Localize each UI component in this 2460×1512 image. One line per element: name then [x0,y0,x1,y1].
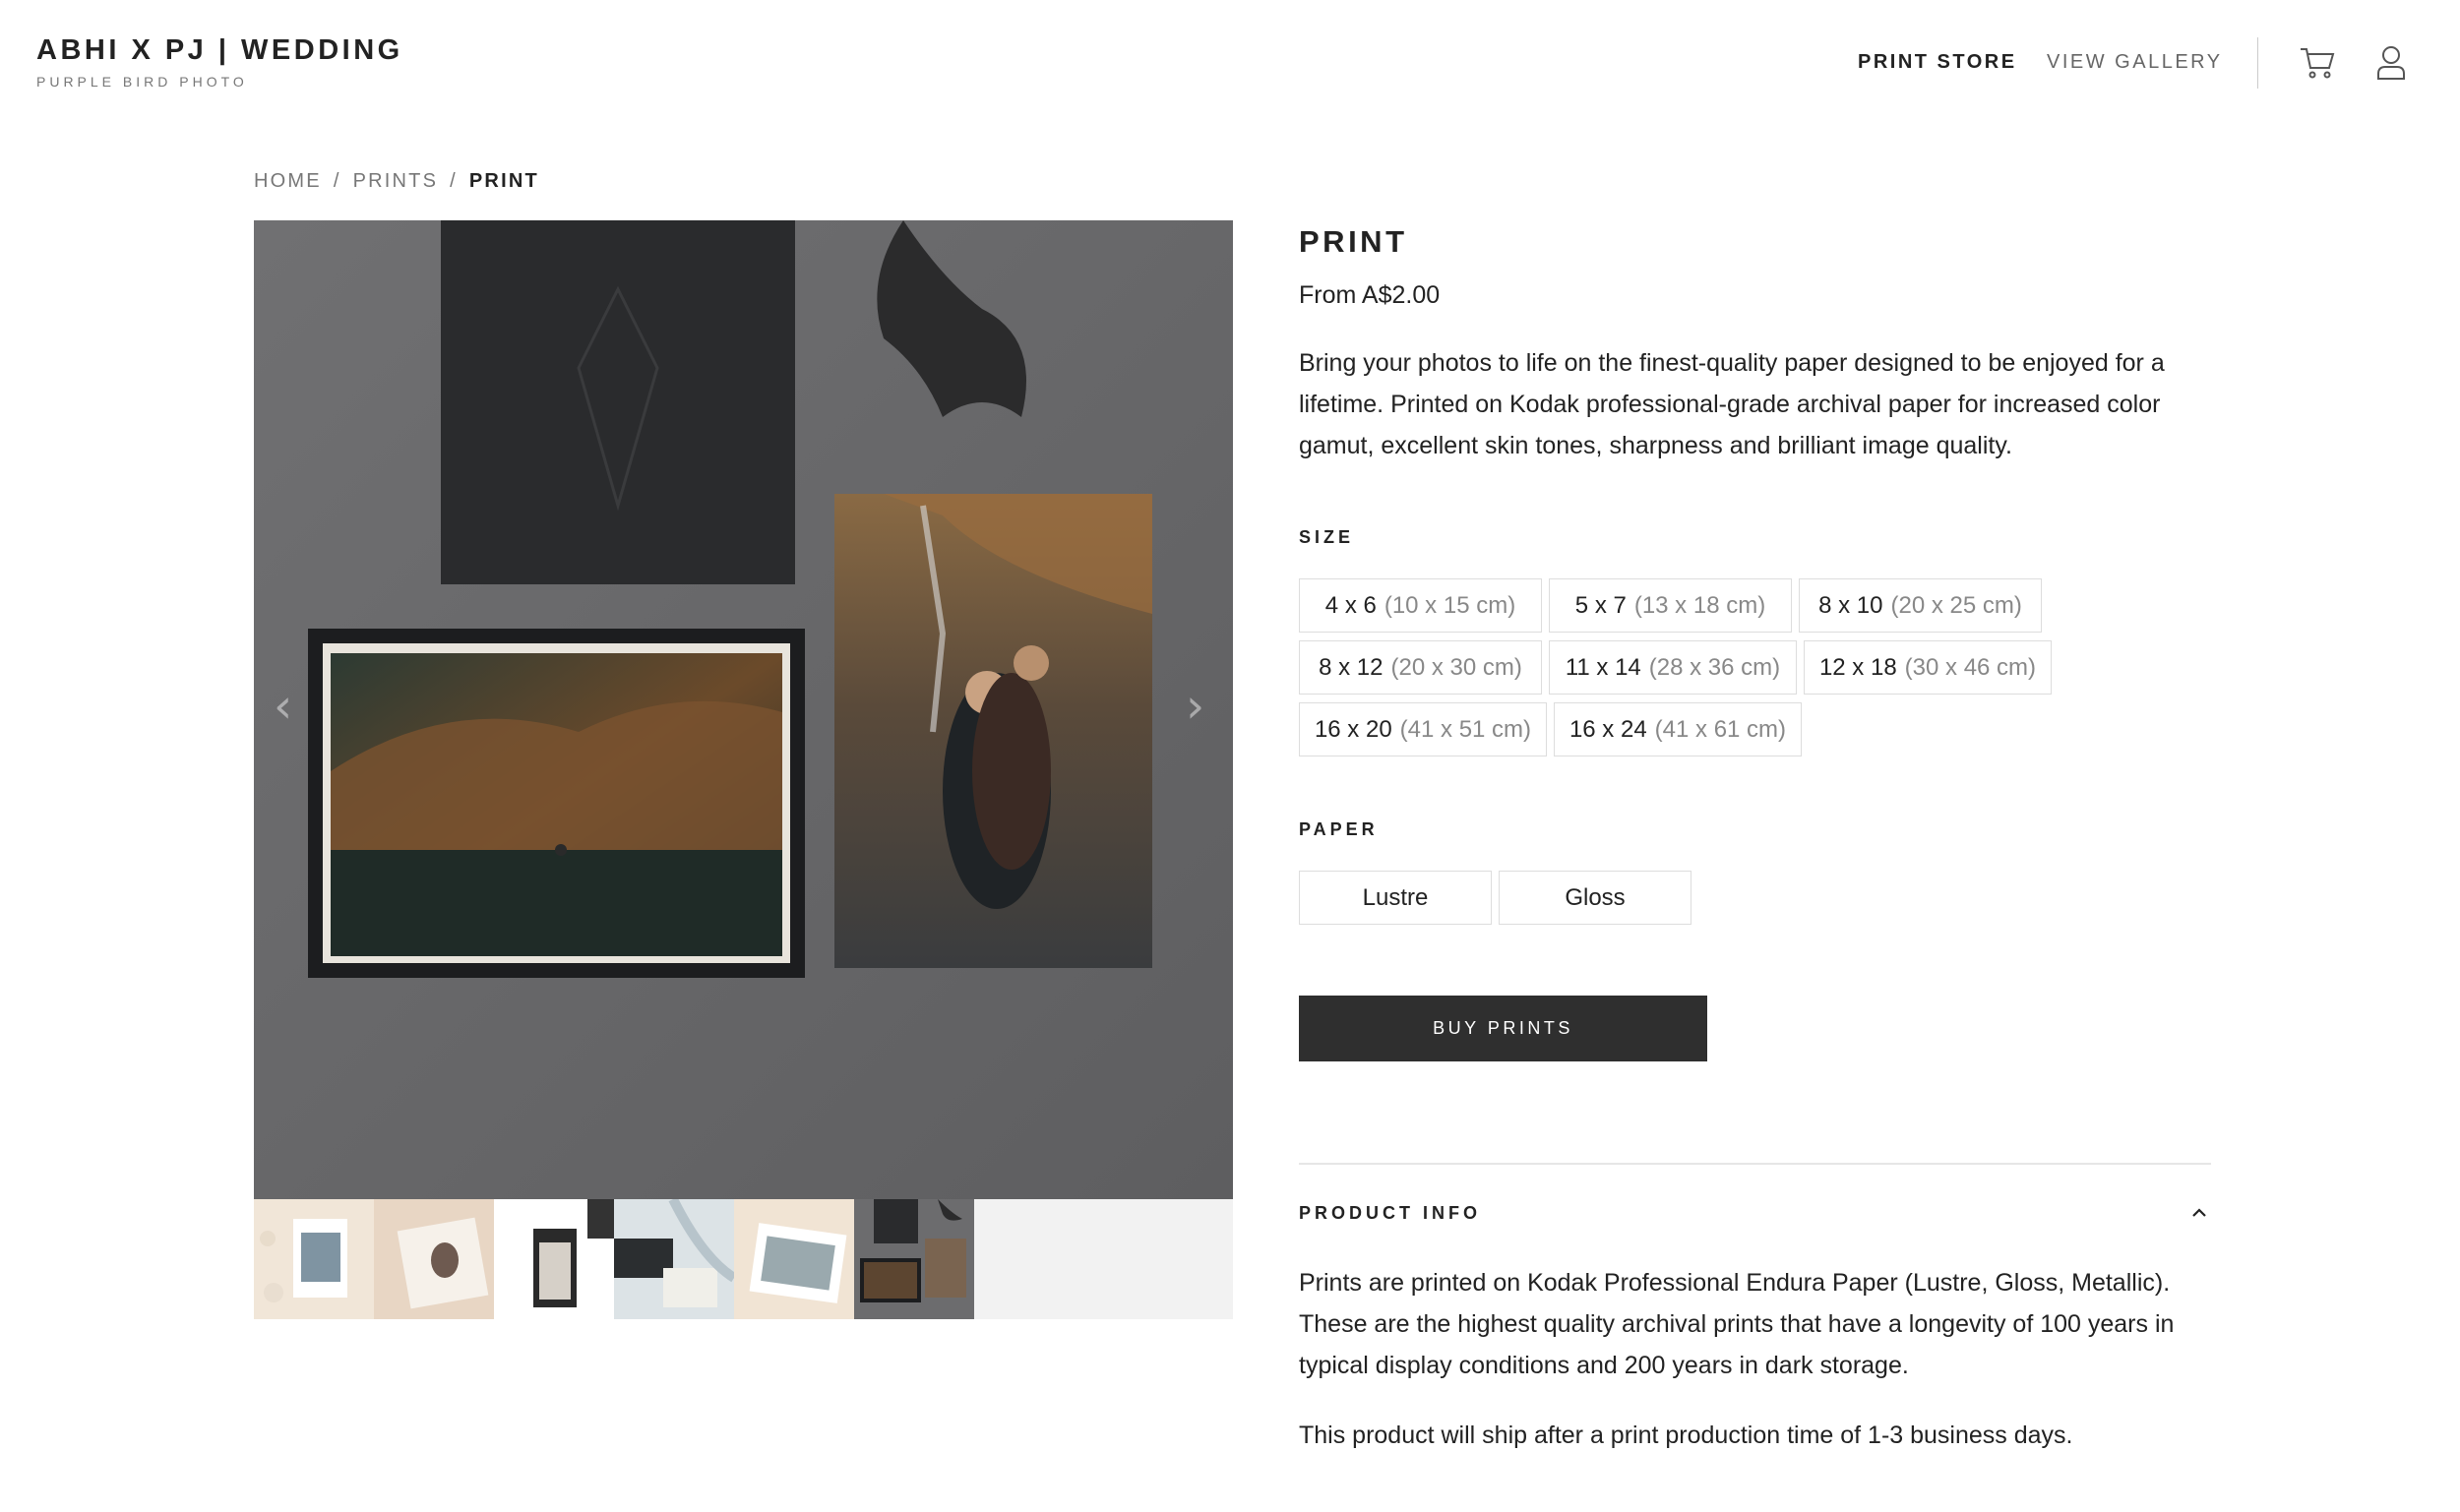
breadcrumb-current: PRINT [468,170,539,192]
thumbnail-3[interactable] [494,1199,614,1319]
size-metric: (20 x 25 cm) [1890,591,2022,619]
chevron-up-icon[interactable] [2188,1202,2210,1224]
divider [1299,1163,2211,1165]
size-option[interactable]: 11 x 14 (28 x 36 cm) [1549,640,1797,695]
size-imperial: 8 x 10 [1818,591,1883,619]
size-imperial: 16 x 24 [1568,715,1647,743]
next-image-arrow[interactable]: › [1186,679,1204,734]
size-metric: (13 x 18 cm) [1633,591,1766,619]
paper-option-lustre[interactable]: Lustre [1299,871,1492,925]
size-option[interactable]: 4 x 6 (10 x 15 cm) [1299,578,1542,633]
thumbnail-2[interactable] [374,1199,494,1319]
buy-prints-button[interactable]: BUY PRINTS [1299,996,1707,1061]
product-price: From A$2.00 [1299,281,1441,309]
size-imperial: 8 x 12 [1319,653,1384,681]
thumbnail-5[interactable] [734,1199,854,1319]
breadcrumb: HOME / PRINTS / PRINT [254,169,539,193]
thumbnail-strip [254,1199,1233,1319]
paper-label: PAPER [1299,819,1379,839]
breadcrumb-prints[interactable]: PRINTS [353,169,439,193]
breadcrumb-home[interactable]: HOME [254,169,322,193]
product-description: Bring your photos to life on the finest-… [1299,349,2165,459]
product-info-shipping: This product will ship after a print pro… [1299,1421,2073,1449]
size-option[interactable]: 8 x 10 (20 x 25 cm) [1799,578,2042,633]
product-info-heading[interactable]: PRODUCT INFO [1299,1202,1481,1224]
size-label: SIZE [1299,527,1355,547]
size-metric: (28 x 36 cm) [1648,653,1781,681]
size-option[interactable]: 12 x 18 (30 x 46 cm) [1804,640,2052,695]
size-metric: (41 x 51 cm) [1399,715,1532,743]
brand-title[interactable]: ABHI X PJ | WEDDING [36,33,403,67]
cart-button[interactable] [2298,43,2337,83]
paper-option-gloss[interactable]: Gloss [1499,871,1691,925]
thumbnail-6[interactable] [854,1199,974,1319]
breadcrumb-separator: / [450,170,458,192]
main-product-image[interactable] [254,220,1233,1199]
size-imperial: 12 x 18 [1818,653,1897,681]
brand[interactable]: ABHI X PJ | WEDDING PURPLE BIRD PHOTO [36,33,403,90]
size-metric: (30 x 46 cm) [1904,653,2037,681]
thumbnail-1[interactable] [254,1199,374,1319]
size-metric: (41 x 61 cm) [1654,715,1787,743]
thumbnail-4[interactable] [614,1199,734,1319]
size-imperial: 16 x 20 [1314,715,1392,743]
product-title: PRINT [1299,224,1408,259]
size-metric: (10 x 15 cm) [1384,591,1516,619]
user-icon [2377,46,2405,80]
size-option[interactable]: 16 x 20 (41 x 51 cm) [1299,702,1547,756]
prev-image-arrow[interactable]: ‹ [274,679,292,734]
size-option[interactable]: 5 x 7 (13 x 18 cm) [1549,578,1792,633]
size-option[interactable]: 8 x 12 (20 x 30 cm) [1299,640,1542,695]
cart-icon [2301,48,2335,79]
nav-view-gallery[interactable]: VIEW GALLERY [2047,49,2223,75]
size-metric: (20 x 30 cm) [1390,653,1522,681]
breadcrumb-separator: / [333,170,341,192]
account-button[interactable] [2371,43,2411,83]
size-imperial: 11 x 14 [1565,653,1641,681]
size-option[interactable]: 16 x 24 (41 x 61 cm) [1554,702,1802,756]
nav-print-store[interactable]: PRINT STORE [1858,49,2017,75]
product-info-text: Prints are printed on Kodak Professional… [1299,1269,2175,1379]
size-imperial: 5 x 7 [1574,591,1627,619]
brand-subtitle: PURPLE BIRD PHOTO [36,74,248,90]
nav-divider [2257,37,2258,89]
size-imperial: 4 x 6 [1324,591,1377,619]
